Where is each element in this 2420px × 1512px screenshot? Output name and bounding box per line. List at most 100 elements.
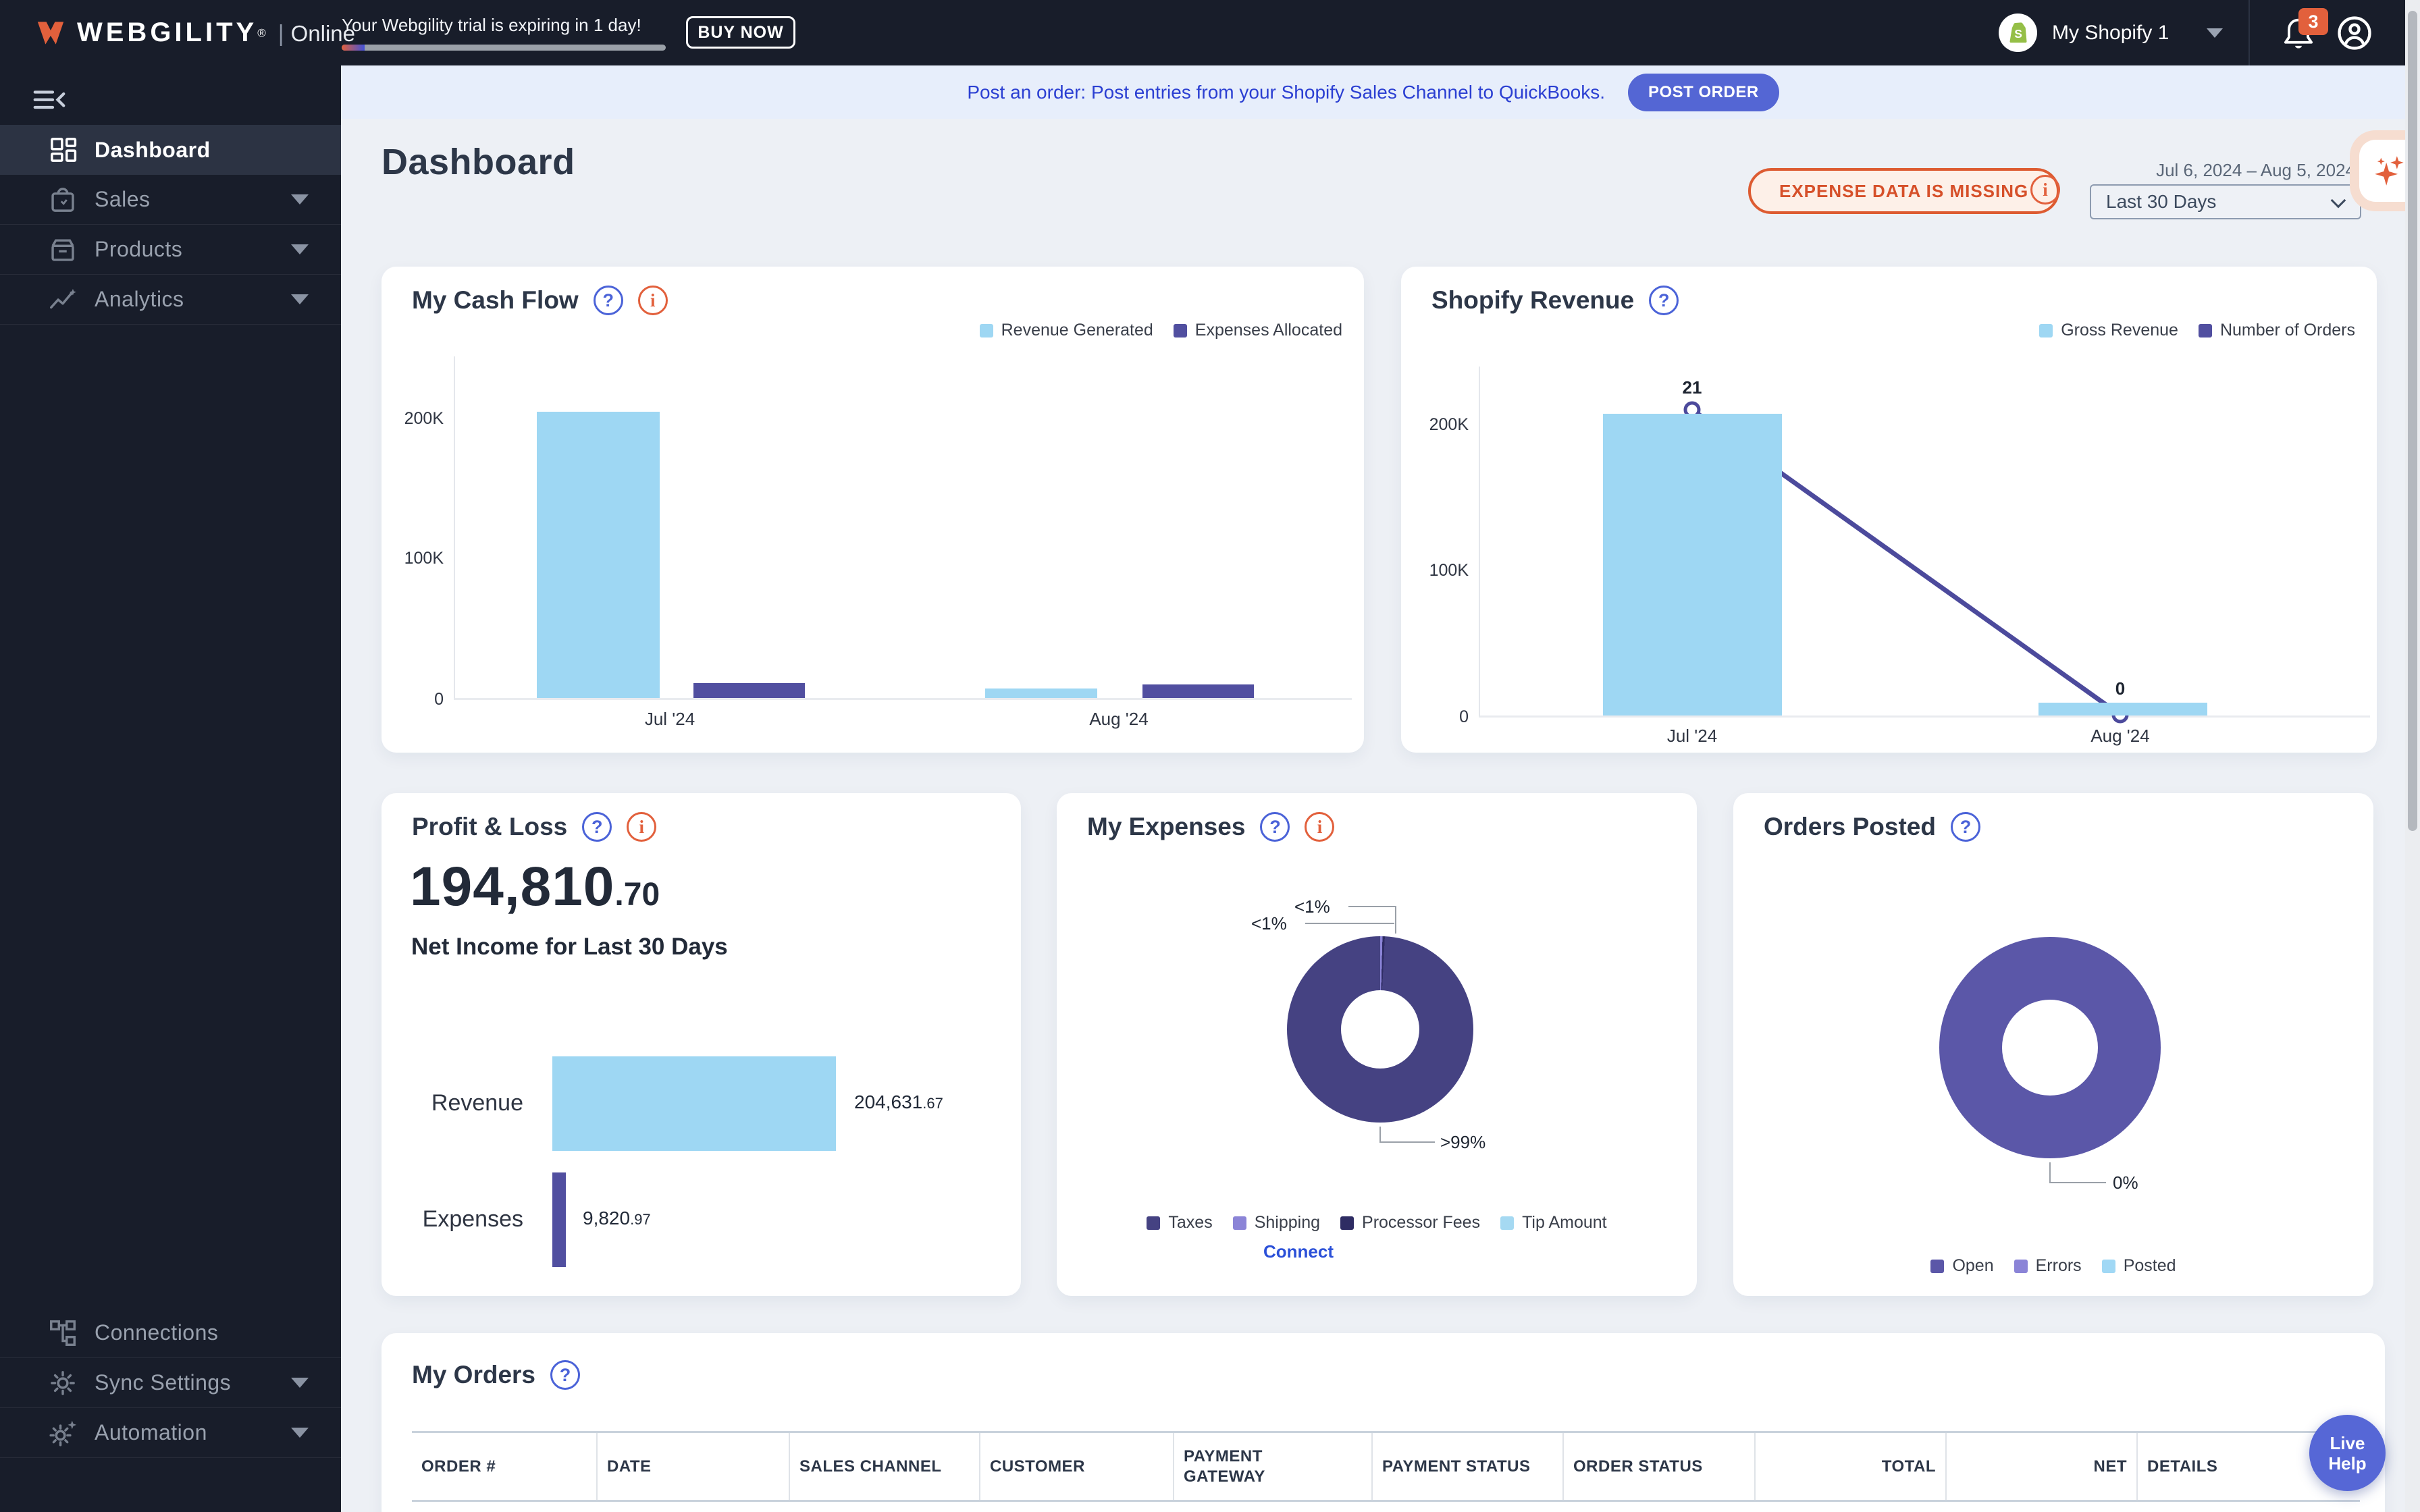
shopify-revenue-plot: 21 0 Jul '24 Aug '24 xyxy=(1479,367,2370,718)
brand-text: WEBGILITY®|Online xyxy=(77,18,355,48)
sidebar-item-products[interactable]: Products xyxy=(0,225,341,275)
bar-revenue-generated-jul xyxy=(537,412,660,698)
sidebar-item-analytics[interactable]: Analytics xyxy=(0,275,341,325)
column-header-payment-gateway: PAYMENT GATEWAY xyxy=(1174,1433,1373,1500)
post-order-button[interactable]: POST ORDER xyxy=(1628,74,1779,111)
column-header-payment-status: PAYMENT STATUS xyxy=(1373,1433,1564,1500)
chevron-down-icon xyxy=(2207,28,2223,38)
orders-table-header: ORDER #DATESALES CHANNELCUSTOMERPAYMENT … xyxy=(412,1431,2360,1502)
help-icon[interactable] xyxy=(1649,286,1679,315)
expenses-callout-small: <1% xyxy=(1294,896,1330,917)
legend-item: Open xyxy=(1930,1256,1993,1276)
sidebar-item-automation[interactable]: Automation xyxy=(0,1408,341,1458)
scrollbar-thumb[interactable] xyxy=(2408,11,2417,831)
store-selector[interactable]: S My Shopify 1 xyxy=(1999,0,2223,65)
account-button[interactable] xyxy=(2335,14,2374,53)
cash-flow-legend: Revenue GeneratedExpenses Allocated xyxy=(980,321,1342,340)
y-tick: 0 xyxy=(390,690,444,709)
column-header-order-: ORDER # xyxy=(412,1433,598,1500)
webgility-logo-icon xyxy=(35,18,66,49)
expenses-value: 9,820.97 xyxy=(583,1208,651,1229)
sidebar-collapse-button[interactable] xyxy=(32,86,66,115)
y-tick: 100K xyxy=(390,549,444,568)
my-orders-title: My Orders xyxy=(412,1361,535,1389)
expense-warning-badge[interactable]: EXPENSE DATA IS MISSING xyxy=(1748,168,2059,214)
legend-item: Gross Revenue xyxy=(2039,321,2178,340)
help-icon[interactable] xyxy=(1260,812,1290,842)
info-icon[interactable] xyxy=(627,812,656,842)
bar-expenses-allocated-aug xyxy=(1142,684,1254,698)
help-icon[interactable] xyxy=(550,1360,580,1390)
gear-sparkle-icon xyxy=(47,1418,78,1449)
sidebar-item-label: Automation xyxy=(95,1420,207,1445)
buy-now-button[interactable]: BUY NOW xyxy=(686,16,795,49)
legend-item: Processor Fees xyxy=(1340,1213,1480,1233)
account-icon xyxy=(2335,14,2374,53)
legend-item: Tip Amount xyxy=(1500,1213,1607,1233)
legend-swatch xyxy=(2039,324,2053,338)
info-icon[interactable] xyxy=(638,286,668,315)
orders-donut-chart xyxy=(1939,937,2161,1158)
trial-progress xyxy=(342,45,666,51)
webgility-logo[interactable]: WEBGILITY®|Online xyxy=(35,0,355,65)
net-income-subtitle: Net Income for Last 30 Days xyxy=(411,934,728,961)
dashboard-grid-icon xyxy=(47,134,78,165)
sidebar: Dashboard Sales ProductsAnalytics Connecti… xyxy=(0,65,341,1512)
collapse-menu-icon xyxy=(32,86,66,115)
y-tick: 200K xyxy=(1415,415,1469,435)
my-orders-card: My Orders ORDER #DATESALES CHANNELCUSTOM… xyxy=(382,1333,2385,1512)
sidebar-item-connections[interactable]: Connections xyxy=(0,1308,341,1358)
revenue-row: Revenue 204,631.67 xyxy=(382,1056,1021,1151)
connections-nodes-icon xyxy=(47,1318,78,1349)
expenses-bar xyxy=(552,1172,566,1267)
topbar-divider xyxy=(2248,0,2250,65)
notifications-button[interactable]: 3 xyxy=(2281,15,2321,55)
sidebar-item-sales[interactable]: Sales xyxy=(0,175,341,225)
legend-item: Number of Orders xyxy=(2199,321,2355,340)
date-range-select[interactable]: Last 30 Days xyxy=(2090,184,2361,219)
bar-gross-revenue-aug xyxy=(2038,703,2207,716)
expenses-callout-small: <1% xyxy=(1251,913,1287,934)
topbar: WEBGILITY®|Online Your Webgility trial i… xyxy=(0,0,2420,65)
post-order-banner: Post an order: Post entries from your Sh… xyxy=(341,65,2405,119)
warning-info-icon[interactable] xyxy=(2030,175,2060,205)
help-icon[interactable] xyxy=(594,286,623,315)
product-box-icon xyxy=(47,234,78,265)
y-tick: 200K xyxy=(390,409,444,429)
column-header-customer: CUSTOMER xyxy=(980,1433,1174,1500)
x-label: Jul '24 xyxy=(1667,726,1717,747)
x-label: Jul '24 xyxy=(645,709,695,730)
sidebar-item-dashboard[interactable]: Dashboard xyxy=(0,125,341,175)
connect-link[interactable]: Connect xyxy=(1263,1241,1334,1262)
page-scrollbar xyxy=(2405,0,2420,1512)
donut-hole xyxy=(1341,990,1419,1069)
legend-swatch xyxy=(2199,324,2212,338)
line-point-label: 21 xyxy=(1683,377,1702,398)
sidebar-item-label: Sales xyxy=(95,187,151,212)
my-expenses-card: My Expenses <1% <1% >99% TaxesShippingPr… xyxy=(1057,793,1697,1296)
legend-swatch xyxy=(980,324,993,338)
legend-item: Posted xyxy=(2102,1256,2176,1276)
my-expenses-title: My Expenses xyxy=(1087,813,1245,841)
gear-icon xyxy=(47,1368,78,1399)
store-name: My Shopify 1 xyxy=(2052,22,2169,45)
date-range-label: Jul 6, 2024 – Aug 5, 2024 xyxy=(2156,160,2355,181)
help-icon[interactable] xyxy=(582,812,612,842)
sidebar-nav: Dashboard Sales ProductsAnalytics xyxy=(0,125,341,325)
date-range-select-value: Last 30 Days xyxy=(2106,191,2216,213)
expenses-row: Expenses 9,820.97 xyxy=(382,1172,1021,1267)
help-icon[interactable] xyxy=(1951,812,1980,842)
info-icon[interactable] xyxy=(1305,812,1334,842)
orders-posted-title: Orders Posted xyxy=(1764,813,1936,841)
sidebar-item-sync-settings[interactable]: Sync Settings xyxy=(0,1358,341,1408)
legend-swatch xyxy=(1500,1216,1514,1230)
line-point-label: 0 xyxy=(2115,678,2125,699)
cash-flow-title: My Cash Flow xyxy=(412,286,579,315)
live-help-button[interactable]: Live Help xyxy=(2309,1415,2386,1491)
expenses-label: Expenses xyxy=(382,1206,523,1233)
live-help-label: Live Help xyxy=(2309,1433,2386,1474)
cash-flow-plot: Jul '24 Aug '24 xyxy=(454,356,1352,700)
legend-swatch xyxy=(1340,1216,1354,1230)
column-header-order-status: ORDER STATUS xyxy=(1564,1433,1756,1500)
shopify-store-icon: S xyxy=(1999,14,2037,52)
